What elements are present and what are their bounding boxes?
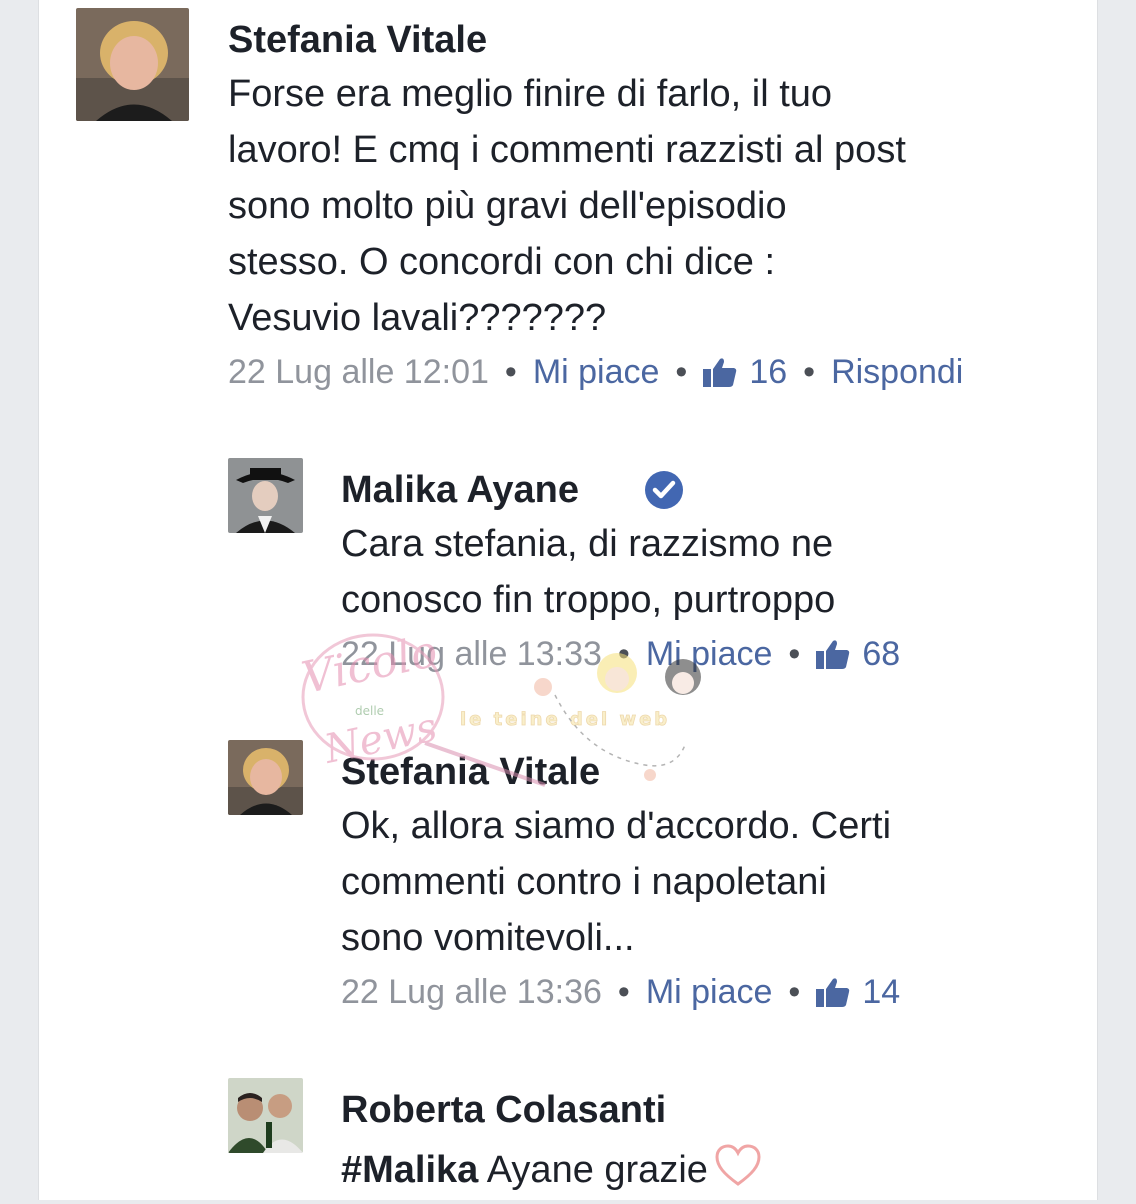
comment-timestamp[interactable]: 22 Lug alle 13:36 xyxy=(341,973,602,1011)
comment-meta: 22 Lug alle 13:33 • Mi piace • 68 xyxy=(341,634,900,678)
hashtag-link[interactable]: #Malika xyxy=(341,1149,478,1191)
like-button[interactable]: Mi piace xyxy=(533,353,660,391)
comment-text-line: Ok, allora siamo d'accordo. Certi xyxy=(341,805,892,847)
avatar[interactable] xyxy=(228,1078,303,1153)
avatar[interactable] xyxy=(228,458,303,533)
comment-meta: 22 Lug alle 13:36 • Mi piace • 14 xyxy=(341,972,900,1016)
comment-text-line: Forse era meglio finire di farlo, il tuo xyxy=(228,73,833,115)
thumbs-up-icon xyxy=(703,356,737,396)
comment-text: Ok, allora siamo d'accordo. Certi commen… xyxy=(341,798,891,966)
thumbs-up-icon xyxy=(816,638,850,678)
reply-button[interactable]: Rispondi xyxy=(831,353,963,391)
comment-timestamp[interactable]: 22 Lug alle 13:33 xyxy=(341,635,602,673)
comment-text-line: Vesuvio lavali??????? xyxy=(228,297,607,339)
heart-icon xyxy=(714,1144,762,1204)
avatar[interactable] xyxy=(228,740,303,815)
comment-author[interactable]: Stefania Vitale xyxy=(341,750,600,794)
comment-text-line: conosco fin troppo, purtroppo xyxy=(341,579,836,621)
comment-text-line: sono vomitevoli... xyxy=(341,917,635,959)
like-count[interactable]: 16 xyxy=(749,353,787,391)
comment-text-line: lavoro! E cmq i commenti razzisti al pos… xyxy=(228,129,906,171)
comment-author[interactable]: Roberta Colasanti xyxy=(341,1088,666,1132)
comment-text-line: Ayane grazie xyxy=(478,1149,708,1191)
comment-author[interactable]: Malika Ayane xyxy=(341,468,579,512)
comment-meta: 22 Lug alle 12:01 • Mi piace • 16 • Rispondi xyxy=(228,352,963,396)
comment-text-line: commenti contro i napoletani xyxy=(341,861,827,903)
comment-author[interactable]: Stefania Vitale xyxy=(228,18,487,62)
comment-text-line: stesso. O concordi con chi dice : xyxy=(228,241,776,283)
avatar[interactable] xyxy=(76,8,189,121)
comment-text: Cara stefania, di razzismo ne conosco fi… xyxy=(341,516,835,628)
comment-text: #Malika Ayane grazie xyxy=(341,1142,762,1204)
comment-timestamp[interactable]: 22 Lug alle 12:01 xyxy=(228,353,489,391)
like-count[interactable]: 14 xyxy=(862,973,900,1011)
comment-text-line: sono molto più gravi dell'episodio xyxy=(228,185,787,227)
comment-text: Forse era meglio finire di farlo, il tuo… xyxy=(228,66,906,346)
like-button[interactable]: Mi piace xyxy=(646,973,773,1011)
comment-text-line: Cara stefania, di razzismo ne xyxy=(341,523,834,565)
like-count[interactable]: 68 xyxy=(862,635,900,673)
thumbs-up-icon xyxy=(816,976,850,1016)
like-button[interactable]: Mi piace xyxy=(646,635,773,673)
verified-badge-icon xyxy=(644,470,684,515)
